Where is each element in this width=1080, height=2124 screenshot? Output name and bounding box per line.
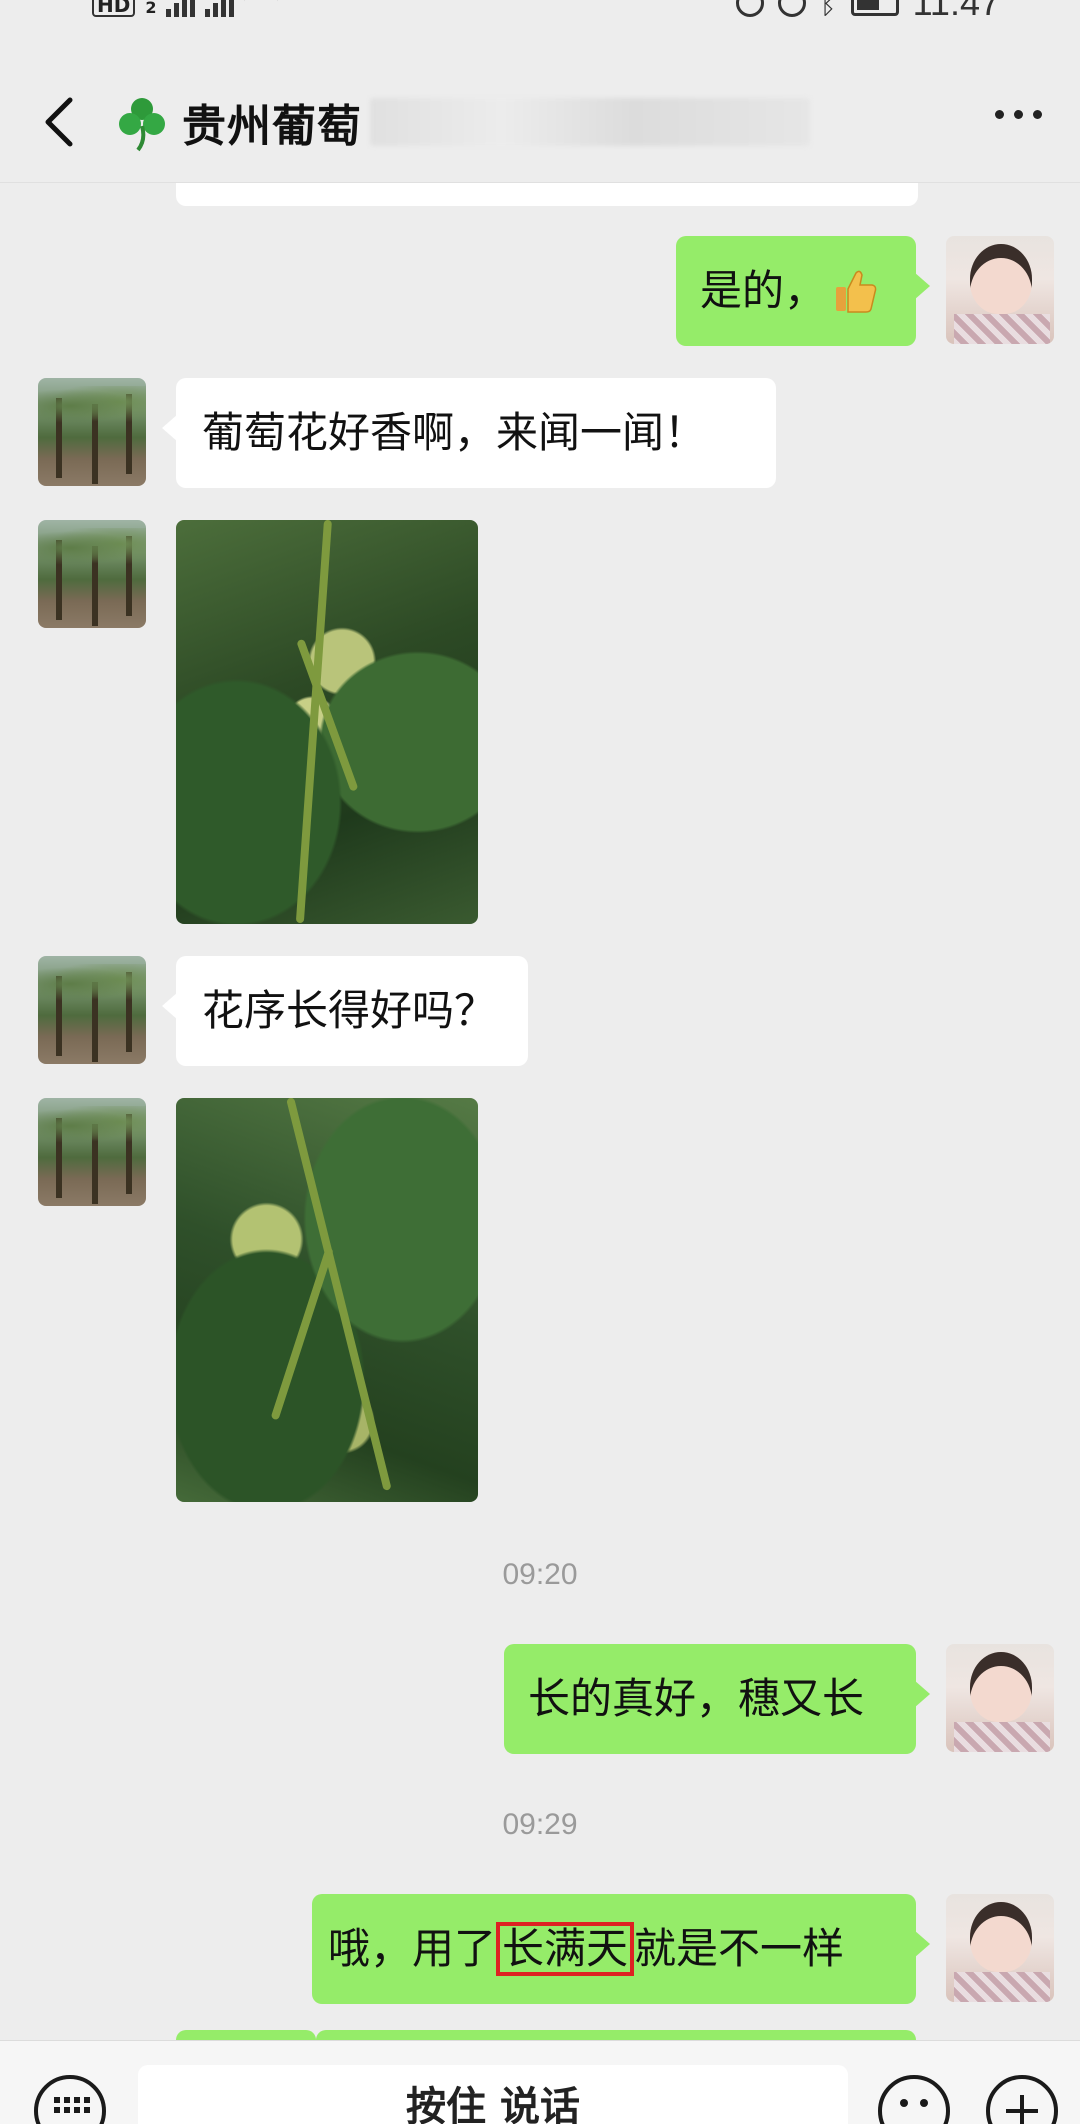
contact-avatar[interactable] [38, 1098, 146, 1206]
chat-title[interactable]: 贵州葡萄 [112, 90, 810, 154]
message-timestamp: 09:20 [502, 1558, 578, 1591]
message-bubble-incoming[interactable]: 花序长得好吗？ [162, 956, 528, 1066]
message-text-after: 就是不一样 [634, 1924, 845, 1973]
title-redaction [370, 98, 810, 146]
chat-title-text: 贵州葡萄 [182, 101, 362, 152]
message-bubble-incoming[interactable]: 葡萄花好香啊，来闻一闻！ [162, 378, 776, 488]
input-bar: 按住 说话 [0, 2040, 1080, 2124]
grape-flower-photo[interactable] [176, 520, 478, 924]
message-text-before: 哦，用了 [328, 1924, 497, 1973]
wechat-chat-screen: HD 2 ᛒ 11:47 贵州葡萄 是的， 葡萄花好香啊，来闻一闻！ 花序长得好… [0, 0, 1080, 2124]
chat-header: 贵州葡萄 [0, 60, 1080, 183]
clover-icon [119, 98, 165, 152]
my-avatar[interactable] [946, 236, 1054, 344]
highlighted-product-name: 长满天 [496, 1922, 635, 1976]
contact-avatar[interactable] [38, 956, 146, 1064]
my-avatar[interactable] [946, 1894, 1054, 2002]
message-text: 长的真好，穗又长 [528, 1674, 865, 1723]
message-timestamp: 09:29 [502, 1808, 578, 1841]
back-icon[interactable] [36, 92, 86, 152]
emoji-icon[interactable] [878, 2075, 950, 2124]
message-list[interactable]: 是的， 葡萄花好香啊，来闻一闻！ 花序长得好吗？ 09:20 长的真好，穗又长 … [0, 0, 1080, 2124]
message-text: 花序长得好吗？ [202, 986, 497, 1035]
hold-to-talk-button[interactable]: 按住 说话 [138, 2065, 848, 2124]
message-bubble-outgoing[interactable]: 是的， [676, 236, 930, 346]
contact-avatar[interactable] [38, 378, 146, 486]
message-bubble-outgoing[interactable]: 长的真好，穗又长 [504, 1644, 930, 1754]
keyboard-toggle-icon[interactable] [34, 2075, 106, 2124]
thumbs-up-icon [836, 270, 877, 313]
more-actions-icon[interactable] [986, 2075, 1058, 2124]
message-text: 是的， [700, 266, 827, 315]
grape-inflorescence-photo[interactable] [176, 1098, 478, 1502]
my-avatar[interactable] [946, 1644, 1054, 1752]
message-text: 葡萄花好香啊，来闻一闻！ [202, 408, 707, 457]
contact-avatar[interactable] [38, 520, 146, 628]
more-options-icon[interactable] [995, 110, 1042, 119]
message-bubble-outgoing[interactable]: 哦，用了 长满天 就是不一样 [312, 1894, 930, 2004]
